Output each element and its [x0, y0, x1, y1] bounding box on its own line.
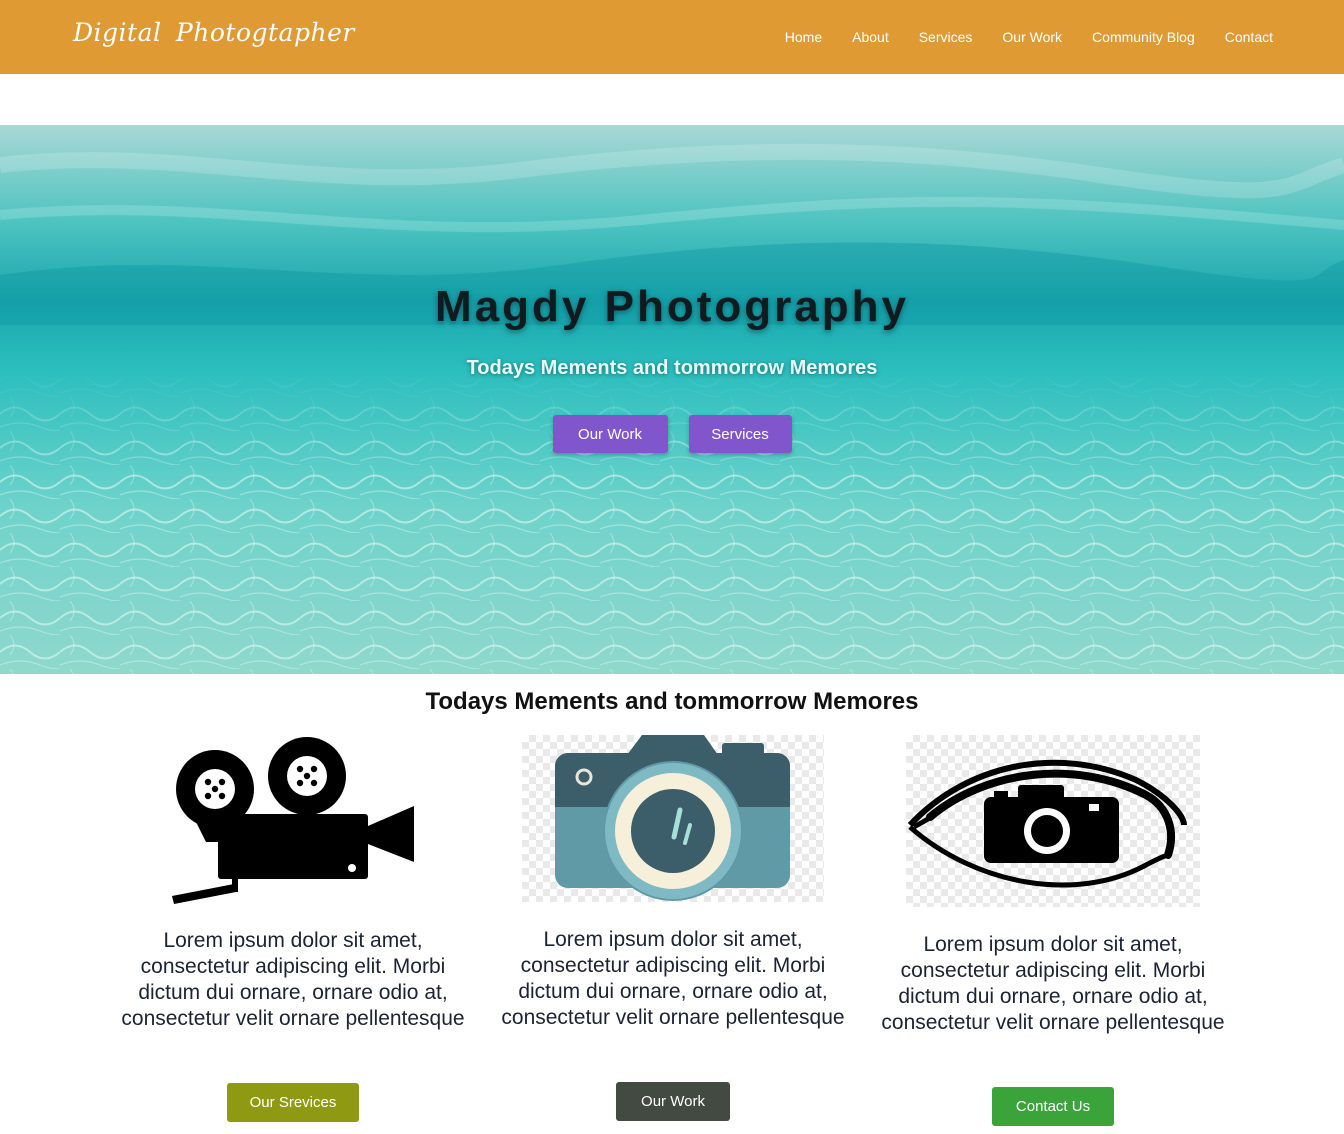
navbar: Digital Photogtapher Home About Services… [0, 0, 1344, 74]
hero-services-button[interactable]: Services [688, 415, 792, 453]
movie-camera-icon [172, 737, 414, 904]
contact-us-button[interactable]: Contact Us [992, 1087, 1114, 1126]
hero-title: Magdy Photography [435, 282, 909, 331]
our-services-button[interactable]: Our Srevices [227, 1083, 359, 1122]
nav-link-our-work[interactable]: Our Work [1002, 29, 1062, 45]
feature-card-contact: Lorem ipsum dolor sit amet, consectetur … [873, 730, 1233, 1130]
photo-camera-icon [555, 735, 790, 901]
photo-camera-image [522, 735, 824, 902]
feature-text-contact: Lorem ipsum dolor sit amet, consectetur … [881, 933, 1225, 1034]
hero-our-work-button[interactable]: Our Work [552, 415, 668, 453]
hero-banner: Magdy Photography Todays Mements and tom… [0, 125, 1344, 674]
feature-text-services: Lorem ipsum dolor sit amet, consectetur … [121, 929, 465, 1030]
nav-link-contact[interactable]: Contact [1225, 29, 1273, 45]
hero-subtitle: Todays Mements and tommorrow Memores [466, 357, 878, 379]
eye-camera-icon [907, 759, 1187, 888]
hero-buttons: Our Work Services [0, 415, 1344, 453]
section-title: Todays Mements and tommorrow Memores [425, 688, 919, 715]
nav-menu: Home About Services Our Work Community B… [785, 0, 1273, 74]
nav-link-home[interactable]: Home [785, 29, 822, 45]
feature-text-work: Lorem ipsum dolor sit amet, consectetur … [501, 928, 845, 1029]
nav-link-services[interactable]: Services [919, 29, 973, 45]
nav-link-community-blog[interactable]: Community Blog [1092, 29, 1195, 45]
site-brand[interactable]: Digital Photogtapher [73, 18, 355, 47]
feature-card-work: Lorem ipsum dolor sit amet, consectetur … [493, 730, 853, 1130]
feature-card-services: Lorem ipsum dolor sit amet, consectetur … [113, 730, 473, 1130]
underwater-background-image [0, 125, 1344, 674]
nav-link-about[interactable]: About [852, 29, 889, 45]
our-work-button[interactable]: Our Work [616, 1082, 730, 1121]
eye-camera-image [906, 735, 1200, 907]
